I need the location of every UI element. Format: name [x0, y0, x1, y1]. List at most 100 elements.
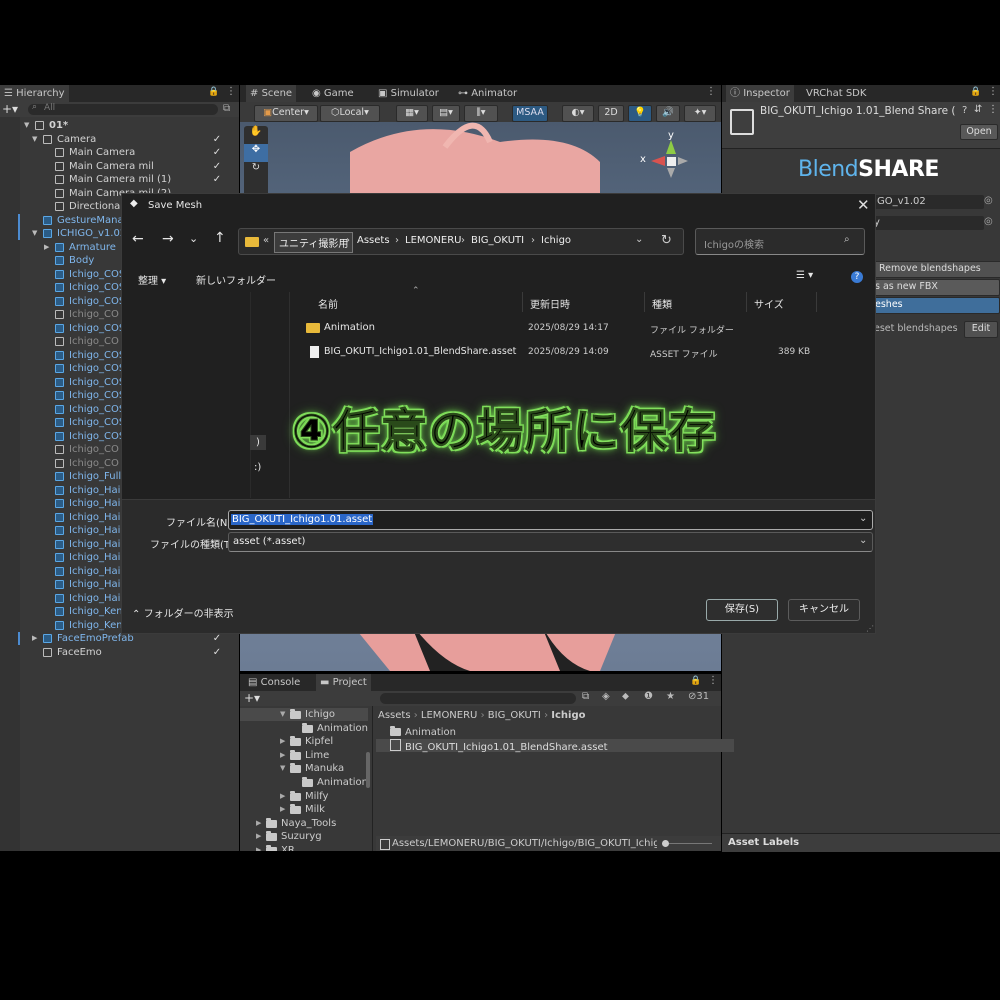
kebab-menu-icon[interactable]: ⋮ [706, 86, 716, 97]
hierarchy-row[interactable]: ▼ 01* [0, 119, 238, 133]
save-meshes-button[interactable]: eshes [872, 297, 1000, 314]
hierarchy-row[interactable]: FaceEmo ✓ [0, 646, 238, 660]
folder-tree-item[interactable]: ▶ Lime [240, 749, 368, 762]
2d-toggle[interactable]: 2D [598, 105, 624, 122]
collapse-arrow-icon[interactable]: ▶ [280, 803, 285, 816]
folder-tree-item[interactable]: ▶ Milk [240, 803, 368, 816]
help-icon[interactable]: ? [962, 105, 967, 116]
visibility-checkbox[interactable]: ✓ [212, 175, 222, 185]
table-row[interactable]: Animation 2025/08/29 14:17 ファイル フォルダー [300, 320, 860, 338]
visibility-checkbox[interactable]: ✓ [212, 148, 222, 158]
tab-simulator[interactable]: ▣ Simulator [374, 85, 443, 102]
hierarchy-row[interactable]: Main Camera ✓ [0, 146, 238, 160]
orientation-gizmo[interactable]: y x [636, 130, 696, 190]
tab-vrchat-sdk[interactable]: VRChat SDK [802, 85, 870, 102]
zoom-slider-thumb[interactable] [662, 840, 669, 847]
snap-increment-button[interactable]: ▤▾ [432, 105, 460, 122]
collapse-arrow-icon[interactable]: ▶ [32, 632, 37, 646]
folder-tree-item[interactable]: ▼ Ichigo [240, 708, 368, 721]
collapse-arrow-icon[interactable]: ▶ [44, 241, 49, 255]
resize-grip-icon[interactable]: ⋰ [866, 624, 874, 633]
column-type[interactable]: 種類 [652, 296, 672, 311]
collapse-arrow-icon[interactable]: ▶ [280, 790, 285, 803]
help-icon[interactable]: ? [851, 271, 863, 283]
tab-inspector[interactable]: ⓘ Inspector [726, 85, 794, 102]
breadcrumb-item[interactable]: BIG_OKUTI [471, 235, 524, 246]
remove-blendshapes-button[interactable]: Remove blendshapes [872, 261, 1000, 278]
expand-arrow-icon[interactable]: ▼ [280, 708, 285, 721]
kebab-menu-icon[interactable]: ⋮ [988, 104, 998, 115]
second-field[interactable]: y [872, 216, 984, 230]
hierarchy-row[interactable]: ▶ FaceEmoPrefab ✓ [0, 632, 238, 646]
source-field[interactable]: IGO_v1.02 [872, 195, 984, 209]
table-row[interactable]: BIG_OKUTI_Ichigo1.01_BlendShare.asset 20… [300, 344, 860, 362]
ruler-button[interactable]: ⫼▾ [464, 105, 498, 122]
collapse-arrow-icon[interactable]: ▶ [256, 817, 261, 830]
folder-tree-item[interactable]: ▶Animation [240, 776, 368, 789]
audio-toggle[interactable]: 🔊 [656, 105, 680, 122]
project-search-input[interactable] [380, 693, 576, 704]
collapse-arrow-icon[interactable]: ▶ [256, 844, 261, 851]
nav-item-fragment[interactable]: :) [250, 460, 265, 475]
hand-tool-icon[interactable]: ✋ [244, 126, 268, 144]
folder-tree-item[interactable]: ▼ Manuka [240, 762, 368, 775]
expand-arrow-icon[interactable]: ▼ [32, 133, 37, 147]
close-icon[interactable]: ✕ [857, 196, 870, 214]
hierarchy-row[interactable]: Main Camera mil ✓ [0, 160, 238, 174]
target-icon[interactable]: ◎ [984, 195, 993, 206]
add-icon[interactable]: +▾ [2, 102, 18, 116]
folder-tree-item[interactable]: ▶ Milfy [240, 790, 368, 803]
visibility-checkbox[interactable]: ✓ [212, 161, 222, 172]
target-icon[interactable]: ◎ [984, 216, 993, 227]
rotate-tool-icon[interactable]: ↻ [244, 162, 268, 180]
nav-item-fragment[interactable]: ) [250, 435, 266, 450]
column-modified[interactable]: 更新日時 [530, 296, 570, 311]
breadcrumb-item[interactable]: Ichigo [541, 235, 571, 246]
kebab-menu-icon[interactable]: ⋮ [226, 86, 236, 97]
collapse-arrow-icon[interactable]: ▶ [280, 735, 285, 748]
hierarchy-row[interactable]: Main Camera mil (1) ✓ [0, 173, 238, 187]
expand-arrow-icon[interactable]: ▼ [280, 762, 285, 775]
edit-button[interactable]: Edit [964, 321, 998, 338]
lock-icon[interactable]: 🔒 [208, 87, 219, 97]
lock-icon[interactable]: 🔒 [690, 676, 701, 686]
move-tool-icon[interactable]: ✥ [244, 144, 268, 162]
hierarchy-search-input[interactable]: ⌕ All [28, 102, 218, 115]
visibility-checkbox[interactable]: ✓ [212, 647, 222, 658]
lock-icon[interactable]: 🔒 [970, 87, 981, 97]
save-fbx-button[interactable]: s as new FBX [872, 279, 1000, 296]
folder-tree-item[interactable]: ▶ Kipfel [240, 735, 368, 748]
scene-picker-icon[interactable]: ⧉ [223, 103, 230, 114]
hide-folders-toggle[interactable]: ⌃ フォルダーの非表示 [132, 605, 234, 620]
open-button[interactable]: Open [960, 124, 998, 140]
refresh-icon[interactable]: ↻ [661, 233, 672, 248]
folder-tree-item[interactable]: ▶ Naya_Tools [240, 817, 368, 830]
pivot-dropdown[interactable]: ▣Center▾ [254, 105, 318, 122]
hierarchy-row[interactable]: ▼ Camera ✓ [0, 133, 238, 147]
expand-arrow-icon[interactable]: ▼ [24, 119, 29, 133]
tag-icon[interactable]: ⬥ [622, 691, 629, 702]
msaa-button[interactable]: MSAA [512, 105, 548, 122]
tab-scene[interactable]: # Scene [246, 85, 297, 102]
organize-button[interactable]: 整理 ▾ [138, 272, 166, 287]
shading-dropdown[interactable]: ◐▾ [562, 105, 594, 122]
zoom-slider[interactable] [662, 840, 712, 847]
search-input[interactable]: Ichigoの検索 ⌕ [695, 228, 865, 255]
collapse-arrow-icon[interactable]: ▶ [256, 830, 261, 843]
filter-type-icon[interactable]: ⧉ [582, 691, 589, 702]
tab-console[interactable]: ▤ Console [244, 674, 304, 691]
tab-game[interactable]: ◉ Game [308, 85, 358, 102]
collapse-arrow-icon[interactable]: ▶ [280, 749, 285, 762]
hidden-count-icon[interactable]: ⊘31 [688, 691, 709, 702]
grid-snap-button[interactable]: ▦▾ [396, 105, 428, 122]
cancel-button[interactable]: キャンセル [788, 599, 860, 621]
list-item[interactable]: BIG_OKUTI_Ichigo1.01_BlendShare.asset [376, 739, 734, 753]
save-button[interactable]: 保存(S) [706, 599, 778, 621]
view-options-icon[interactable]: ☰ ▾ [796, 270, 813, 281]
warning-icon[interactable]: ❶ [644, 691, 653, 702]
visibility-checkbox[interactable]: ✓ [212, 134, 222, 145]
settings-icon[interactable]: ⇵ [974, 104, 982, 115]
folder-tree-item[interactable]: ▶Animation [240, 722, 368, 735]
forward-icon[interactable]: → [162, 231, 174, 247]
visibility-checkbox[interactable]: ✓ [212, 634, 222, 644]
